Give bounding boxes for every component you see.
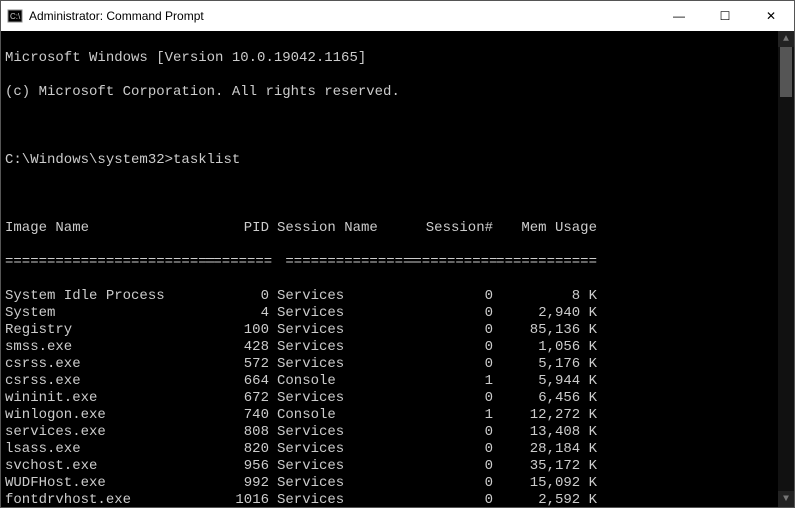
cell-name: wininit.exe — [5, 390, 205, 407]
scroll-down-arrow-icon[interactable]: ▼ — [778, 491, 794, 507]
cell-session: Services — [269, 390, 405, 407]
cell-pid: 1016 — [205, 492, 269, 507]
cell-session-num: 1 — [405, 373, 493, 390]
cmd-icon: C:\ — [7, 8, 23, 24]
cell-mem: 28,184 K — [493, 441, 597, 458]
cell-mem: 1,056 K — [493, 339, 597, 356]
prompt-line: C:\Windows\system32>tasklist — [5, 152, 790, 169]
cell-pid: 956 — [205, 458, 269, 475]
cell-name: lsass.exe — [5, 441, 205, 458]
cell-mem: 85,136 K — [493, 322, 597, 339]
cell-name: services.exe — [5, 424, 205, 441]
scroll-thumb[interactable] — [780, 47, 792, 97]
cell-session: Services — [269, 441, 405, 458]
cell-session-num: 0 — [405, 322, 493, 339]
cell-pid: 820 — [205, 441, 269, 458]
cell-session-num: 0 — [405, 339, 493, 356]
table-row: csrss.exe664Console15,944 K — [5, 373, 790, 390]
cell-session: Console — [269, 373, 405, 390]
cell-name: Registry — [5, 322, 205, 339]
cell-mem: 5,176 K — [493, 356, 597, 373]
cell-session-num: 0 — [405, 390, 493, 407]
minimize-button[interactable]: — — [656, 1, 702, 31]
cell-session: Services — [269, 356, 405, 373]
cell-session: Console — [269, 407, 405, 424]
version-line: Microsoft Windows [Version 10.0.19042.11… — [5, 50, 790, 67]
cell-session: Services — [269, 475, 405, 492]
cell-pid: 428 — [205, 339, 269, 356]
cell-mem: 6,456 K — [493, 390, 597, 407]
scroll-up-arrow-icon[interactable]: ▲ — [778, 31, 794, 47]
cell-pid: 572 — [205, 356, 269, 373]
cell-name: csrss.exe — [5, 373, 205, 390]
table-header: Image NamePIDSession NameSession#Mem Usa… — [5, 220, 790, 237]
cell-session-num: 0 — [405, 458, 493, 475]
cell-name: csrss.exe — [5, 356, 205, 373]
cell-session: Services — [269, 492, 405, 507]
cell-session-num: 0 — [405, 475, 493, 492]
table-row: csrss.exe572Services05,176 K — [5, 356, 790, 373]
table-row: wininit.exe672Services06,456 K — [5, 390, 790, 407]
cell-session: Services — [269, 339, 405, 356]
cell-session-num: 0 — [405, 492, 493, 507]
table-row: services.exe808Services013,408 K — [5, 424, 790, 441]
cell-session: Services — [269, 424, 405, 441]
copyright-line: (c) Microsoft Corporation. All rights re… — [5, 84, 790, 101]
cell-pid: 664 — [205, 373, 269, 390]
cell-pid: 992 — [205, 475, 269, 492]
cell-session-num: 0 — [405, 441, 493, 458]
cell-name: smss.exe — [5, 339, 205, 356]
table-row: System4Services02,940 K — [5, 305, 790, 322]
cell-name: winlogon.exe — [5, 407, 205, 424]
cell-name: System Idle Process — [5, 288, 205, 305]
table-row: lsass.exe820Services028,184 K — [5, 441, 790, 458]
cell-session: Services — [269, 305, 405, 322]
table-row: Registry100Services085,136 K — [5, 322, 790, 339]
cell-mem: 2,940 K — [493, 305, 597, 322]
cell-mem: 5,944 K — [493, 373, 597, 390]
cell-pid: 4 — [205, 305, 269, 322]
table-row: System Idle Process0Services08 K — [5, 288, 790, 305]
cell-session-num: 0 — [405, 356, 493, 373]
table-row: fontdrvhost.exe1016Services02,592 K — [5, 492, 790, 507]
command-prompt-window: C:\ Administrator: Command Prompt — ☐ ✕ … — [0, 0, 795, 508]
cell-session: Services — [269, 322, 405, 339]
table-row: WUDFHost.exe992Services015,092 K — [5, 475, 790, 492]
cell-session-num: 0 — [405, 305, 493, 322]
cell-name: WUDFHost.exe — [5, 475, 205, 492]
table-separator: ================================= ======… — [5, 254, 790, 271]
blank-line — [5, 118, 790, 135]
console-area[interactable]: Microsoft Windows [Version 10.0.19042.11… — [1, 31, 794, 507]
cell-pid: 740 — [205, 407, 269, 424]
cell-session: Services — [269, 458, 405, 475]
cell-pid: 100 — [205, 322, 269, 339]
blank-line — [5, 186, 790, 203]
cell-name: svchost.exe — [5, 458, 205, 475]
maximize-button[interactable]: ☐ — [702, 1, 748, 31]
cell-session-num: 1 — [405, 407, 493, 424]
cell-mem: 8 K — [493, 288, 597, 305]
table-row: smss.exe428Services01,056 K — [5, 339, 790, 356]
cell-mem: 2,592 K — [493, 492, 597, 507]
close-button[interactable]: ✕ — [748, 1, 794, 31]
svg-text:C:\: C:\ — [10, 12, 21, 21]
cell-pid: 672 — [205, 390, 269, 407]
cell-name: System — [5, 305, 205, 322]
cell-mem: 13,408 K — [493, 424, 597, 441]
titlebar[interactable]: C:\ Administrator: Command Prompt — ☐ ✕ — [1, 1, 794, 31]
table-row: winlogon.exe740Console112,272 K — [5, 407, 790, 424]
window-title: Administrator: Command Prompt — [29, 9, 656, 23]
cell-name: fontdrvhost.exe — [5, 492, 205, 507]
cell-mem: 15,092 K — [493, 475, 597, 492]
cell-session-num: 0 — [405, 288, 493, 305]
scroll-track[interactable] — [778, 47, 794, 491]
scrollbar[interactable]: ▲ ▼ — [778, 31, 794, 507]
cell-pid: 0 — [205, 288, 269, 305]
cell-pid: 808 — [205, 424, 269, 441]
cell-session: Services — [269, 288, 405, 305]
table-row: svchost.exe956Services035,172 K — [5, 458, 790, 475]
cell-mem: 12,272 K — [493, 407, 597, 424]
cell-mem: 35,172 K — [493, 458, 597, 475]
cell-session-num: 0 — [405, 424, 493, 441]
